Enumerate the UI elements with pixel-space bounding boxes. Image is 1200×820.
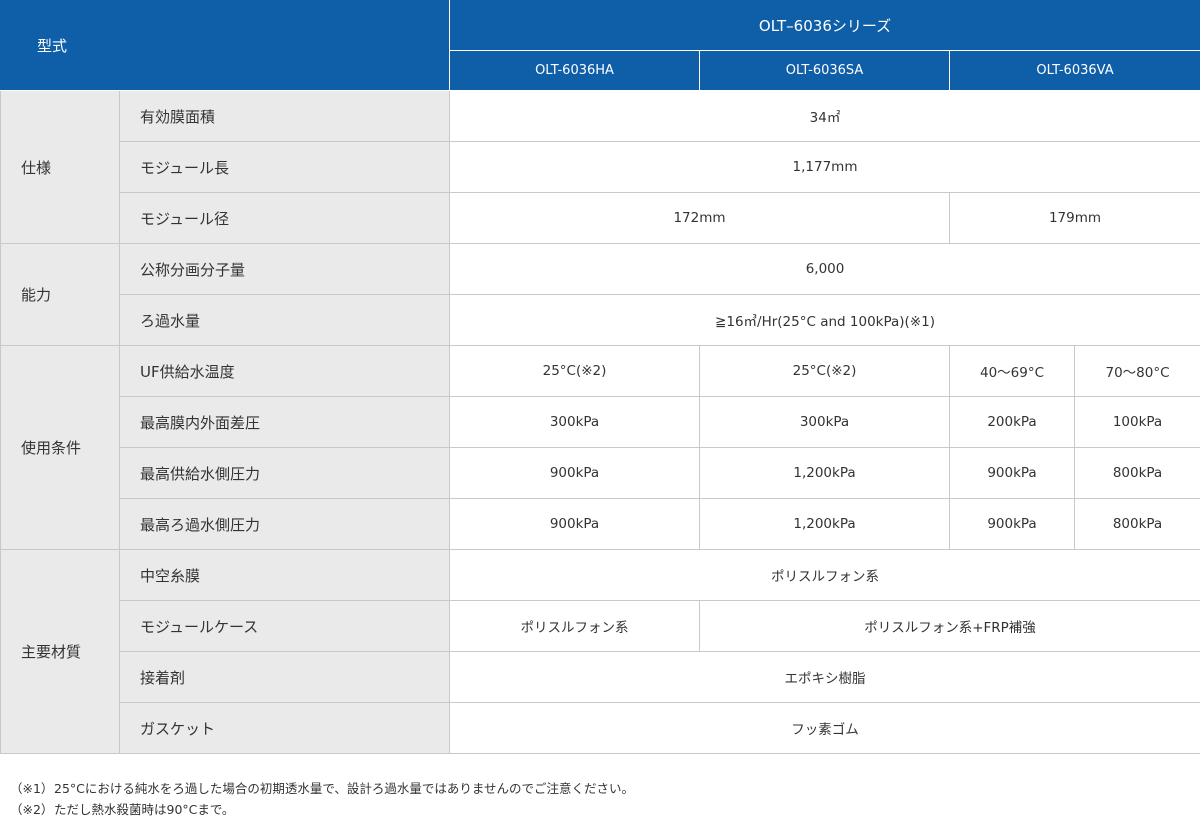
group-spec: 仕様 <box>1 91 120 244</box>
header-row-series: 型式 OLT–6036シリーズ <box>1 1 1200 51</box>
table-row: 能力 公称分画分子量 6,000 <box>1 244 1200 295</box>
cell-temp-va-2: 70〜80°C <box>1075 346 1200 397</box>
row-label-tmp: 最高膜内外面差圧 <box>120 397 450 448</box>
table-row: 最高供給水側圧力 900kPa 1,200kPa 900kPa 800kPa <box>1 448 1200 499</box>
footnote-text: 25°Cにおける純水をろ過した場合の初期透水量で、設計ろ過水量ではありませんので… <box>54 781 634 796</box>
cell-case-ha: ポリスルフォン系 <box>450 601 700 652</box>
table-row: 最高膜内外面差圧 300kPa 300kPa 200kPa 100kPa <box>1 397 1200 448</box>
cell-filtrate-sa: 1,200kPa <box>700 499 950 550</box>
cell-filtrate-va-2: 800kPa <box>1075 499 1200 550</box>
model-va-header: OLT-6036VA <box>950 51 1200 91</box>
cell-feed-sa: 1,200kPa <box>700 448 950 499</box>
cell-tmp-va-2: 100kPa <box>1075 397 1200 448</box>
cell-gasket: フッ素ゴム <box>450 703 1200 754</box>
cell-mwco: 6,000 <box>450 244 1200 295</box>
row-label-feed: 最高供給水側圧力 <box>120 448 450 499</box>
cell-feed-va-1: 900kPa <box>950 448 1075 499</box>
footnote-mark: （※1） <box>10 778 54 799</box>
table-row: モジュールケース ポリスルフォン系 ポリスルフォン系+FRP補強 <box>1 601 1200 652</box>
row-label-mwco: 公称分画分子量 <box>120 244 450 295</box>
table-row: モジュール径 172mm 179mm <box>1 193 1200 244</box>
footnotes: （※1）25°Cにおける純水をろ過した場合の初期透水量で、設計ろ過水量ではありま… <box>10 778 634 820</box>
table-row: ろ過水量 ≧16㎥/Hr(25°C and 100kPa)(※1) <box>1 295 1200 346</box>
row-label-length: モジュール長 <box>120 142 450 193</box>
cell-feed-ha: 900kPa <box>450 448 700 499</box>
footnote-1: （※1）25°Cにおける純水をろ過した場合の初期透水量で、設計ろ過水量ではありま… <box>10 778 634 799</box>
cell-temp-ha: 25°C(※2) <box>450 346 700 397</box>
row-label-filtrate: 最高ろ過水側圧力 <box>120 499 450 550</box>
table-row: 接着剤 エポキシ樹脂 <box>1 652 1200 703</box>
row-label-adhesive: 接着剤 <box>120 652 450 703</box>
row-label-diameter: モジュール径 <box>120 193 450 244</box>
cell-diameter-va: 179mm <box>950 193 1200 244</box>
cell-length: 1,177mm <box>450 142 1200 193</box>
table-row: モジュール長 1,177mm <box>1 142 1200 193</box>
model-header: 型式 <box>1 1 450 91</box>
cell-case-sa-va: ポリスルフォン系+FRP補強 <box>700 601 1200 652</box>
table-row: 最高ろ過水側圧力 900kPa 1,200kPa 900kPa 800kPa <box>1 499 1200 550</box>
footnote-mark: （※2） <box>10 799 54 820</box>
cell-diameter-ha-sa: 172mm <box>450 193 950 244</box>
model-sa-header: OLT-6036SA <box>700 51 950 91</box>
cell-area: 34㎡ <box>450 91 1200 142</box>
cell-tmp-sa: 300kPa <box>700 397 950 448</box>
cell-tmp-ha: 300kPa <box>450 397 700 448</box>
series-header: OLT–6036シリーズ <box>450 1 1200 51</box>
cell-feed-va-2: 800kPa <box>1075 448 1200 499</box>
model-ha-header: OLT-6036HA <box>450 51 700 91</box>
group-capacity: 能力 <box>1 244 120 346</box>
table-row: 使用条件 UF供給水温度 25°C(※2) 25°C(※2) 40〜69°C 7… <box>1 346 1200 397</box>
table-row: 仕様 有効膜面積 34㎡ <box>1 91 1200 142</box>
spec-table: 型式 OLT–6036シリーズ OLT-6036HA OLT-6036SA OL… <box>0 0 1200 754</box>
cell-temp-va-1: 40〜69°C <box>950 346 1075 397</box>
cell-flux: ≧16㎥/Hr(25°C and 100kPa)(※1) <box>450 295 1200 346</box>
row-label-case: モジュールケース <box>120 601 450 652</box>
cell-tmp-va-1: 200kPa <box>950 397 1075 448</box>
cell-adhesive: エポキシ樹脂 <box>450 652 1200 703</box>
table-row: 主要材質 中空糸膜 ポリスルフォン系 <box>1 550 1200 601</box>
row-label-flux: ろ過水量 <box>120 295 450 346</box>
cell-filtrate-va-1: 900kPa <box>950 499 1075 550</box>
row-label-gasket: ガスケット <box>120 703 450 754</box>
row-label-area: 有効膜面積 <box>120 91 450 142</box>
cell-temp-sa: 25°C(※2) <box>700 346 950 397</box>
group-materials: 主要材質 <box>1 550 120 754</box>
row-label-temp: UF供給水温度 <box>120 346 450 397</box>
footnote-2: （※2）ただし熱水殺菌時は90°Cまで。 <box>10 799 634 820</box>
row-label-fiber: 中空糸膜 <box>120 550 450 601</box>
cell-filtrate-ha: 900kPa <box>450 499 700 550</box>
footnote-text: ただし熱水殺菌時は90°Cまで。 <box>54 802 234 817</box>
cell-fiber: ポリスルフォン系 <box>450 550 1200 601</box>
table-row: ガスケット フッ素ゴム <box>1 703 1200 754</box>
group-conditions: 使用条件 <box>1 346 120 550</box>
